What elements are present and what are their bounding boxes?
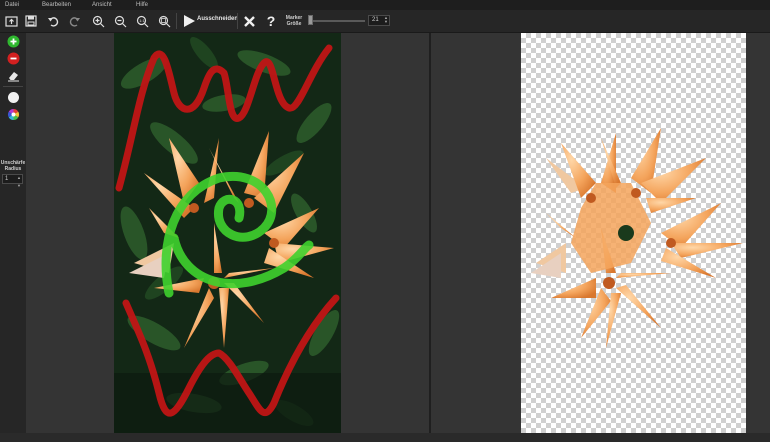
open-button[interactable] (2, 12, 20, 30)
marker-label-line2: Größe (286, 21, 302, 27)
zoom-actual-icon: 1:1 (136, 15, 148, 27)
status-bar (0, 433, 770, 442)
add-marker-button[interactable] (5, 34, 21, 48)
result-image[interactable] (521, 33, 746, 433)
menu-hilfe[interactable]: Hilfe (136, 0, 148, 10)
sidebar-divider (3, 86, 23, 87)
help-button[interactable]: ? (262, 12, 280, 30)
result-cutout-drawing (531, 128, 743, 348)
add-marker-icon (7, 35, 19, 47)
remove-marker-icon (7, 52, 19, 64)
toolbar-separator (237, 13, 238, 29)
redo-button[interactable] (66, 12, 84, 30)
marker-size-spinbox[interactable]: 21 ▲ ▼ (368, 15, 390, 26)
svg-text:1:1: 1:1 (139, 18, 145, 23)
save-button[interactable] (22, 12, 40, 30)
undo-icon (48, 17, 59, 27)
help-icon: ? (266, 13, 276, 29)
color-wheel-icon (7, 108, 19, 120)
zoom-fit-icon (158, 15, 170, 27)
source-image[interactable] (114, 33, 341, 433)
menu-datei[interactable]: Datei (5, 0, 19, 10)
menu-ansicht[interactable]: Ansicht (92, 0, 112, 10)
undo-button[interactable] (44, 12, 62, 30)
marker-size-label: Marker Größe (283, 15, 305, 27)
blur-radius-spinbox[interactable]: 1 ▲ ▼ (2, 174, 23, 188)
marker-size-slider-thumb[interactable] (308, 15, 313, 25)
redo-icon (69, 17, 80, 27)
white-circle-button[interactable] (5, 90, 21, 104)
source-photo-drawing (114, 33, 341, 433)
zoom-actual-button[interactable]: 1:1 (133, 12, 151, 30)
save-icon (25, 15, 37, 27)
zoom-fit-button[interactable] (155, 12, 173, 30)
zoom-in-icon (92, 15, 104, 27)
close-button[interactable] (240, 12, 258, 30)
marker-size-value: 21 (372, 17, 379, 23)
spin-arrows-icon[interactable]: ▲ ▼ (384, 16, 388, 24)
toolbar-separator (176, 13, 177, 29)
zoom-in-button[interactable] (89, 12, 107, 30)
tool-sidebar: Unschärfe Radius 1 ▲ ▼ (0, 33, 27, 442)
blur-radius-label: Unschärfe Radius (0, 160, 26, 172)
menu-bar: Datei Bearbeiten Ansicht Hilfe (0, 0, 770, 10)
cut-button[interactable] (180, 12, 198, 30)
spin-arrows-icon[interactable]: ▲ ▼ (17, 174, 21, 190)
marker-size-slider-track[interactable] (309, 20, 365, 22)
eraser-icon (7, 71, 19, 81)
zoom-out-button[interactable] (111, 12, 129, 30)
open-icon (4, 16, 18, 27)
white-circle-icon (7, 91, 19, 103)
blur-radius-value: 1 (5, 176, 9, 182)
blur-label-line2: Radius (4, 166, 22, 172)
menu-bearbeiten[interactable]: Bearbeiten (42, 0, 71, 10)
play-icon (184, 15, 195, 27)
remove-marker-button[interactable] (5, 51, 21, 65)
close-icon (243, 15, 255, 27)
color-wheel-button[interactable] (5, 107, 21, 121)
eraser-button[interactable] (5, 68, 21, 82)
zoom-out-icon (114, 15, 126, 27)
cut-label[interactable]: Ausschneiden (197, 16, 238, 22)
